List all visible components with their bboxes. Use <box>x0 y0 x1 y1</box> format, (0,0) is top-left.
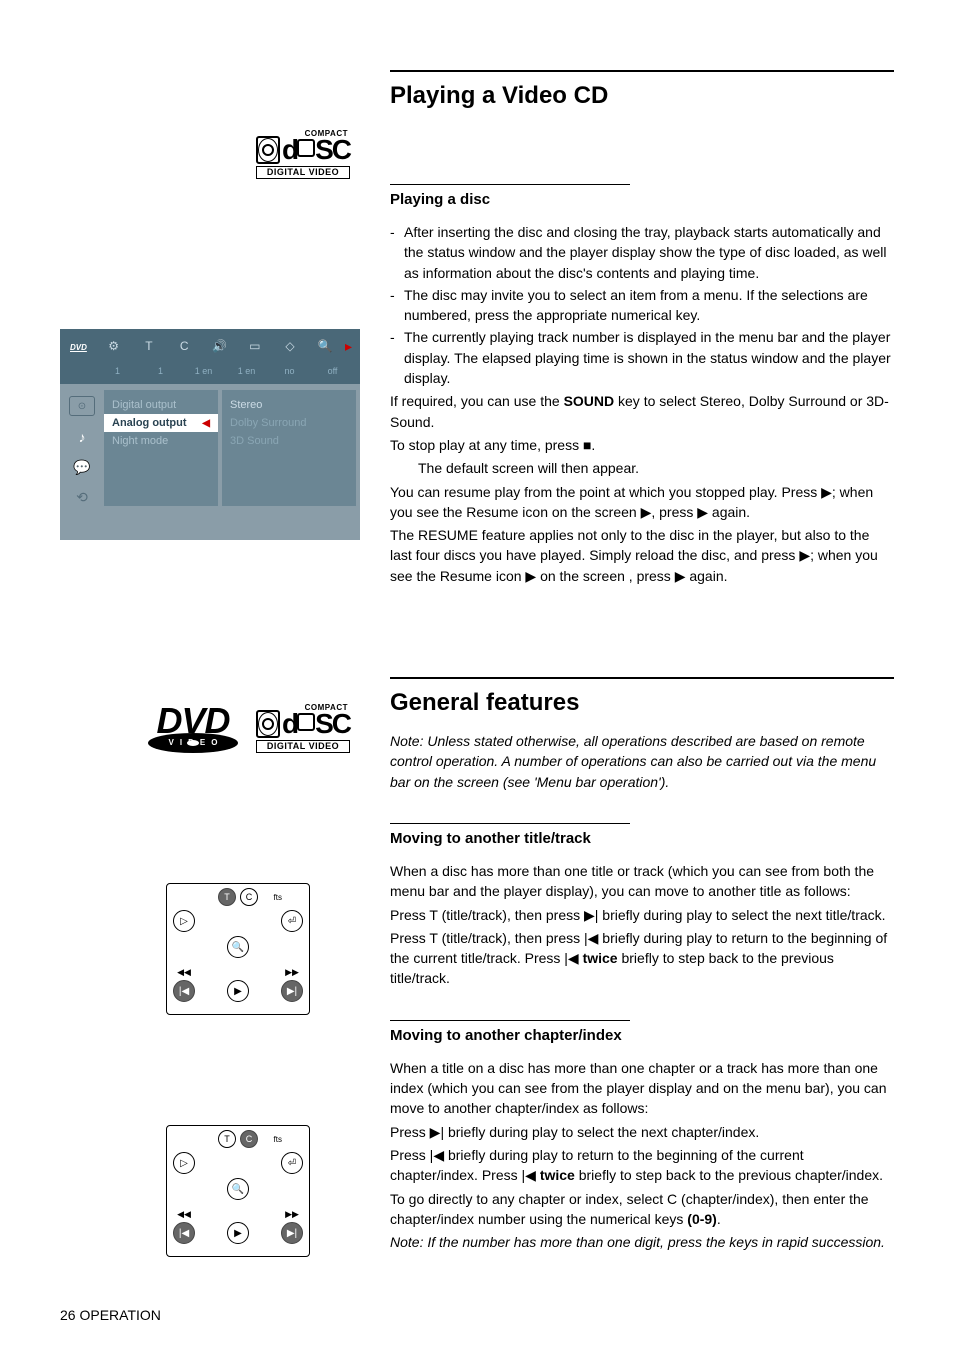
remote-next-button: ▶| <box>281 1222 303 1244</box>
body-text: When a disc has more than one title or t… <box>390 861 894 902</box>
remote-return-button: ⏎ <box>281 910 303 932</box>
section-note: Note: Unless stated otherwise, all opera… <box>390 731 894 792</box>
body-text: When a title on a disc has more than one… <box>390 1058 894 1119</box>
remote-prev-button: |◀ <box>173 980 195 1002</box>
osd-sub-value: 1 en <box>182 366 225 376</box>
list-item: The disc may invite you to select an ite… <box>390 285 894 326</box>
remote-play-button: ▶ <box>227 1222 249 1244</box>
remote-t-button: T <box>218 888 236 906</box>
remote-angle-button: ▷ <box>173 910 195 932</box>
remote-rev-icon: ◀◀ <box>177 1209 191 1219</box>
osd-tab-video-icon: ⊙ <box>69 396 95 416</box>
section-title: Playing a Video CD <box>390 70 894 110</box>
footer-label: OPERATION <box>79 1307 160 1323</box>
osd-sub-value: off <box>311 366 354 376</box>
remote-control-graphic: T C fts ▷ ⏎ 🔍 ◀◀ |◀ ▶ <box>166 1125 310 1257</box>
remote-t-button: T <box>218 1130 236 1148</box>
remote-control-graphic: T C fts ▷ ⏎ 🔍 ◀◀ |◀ ▶ <box>166 883 310 1015</box>
osd-sub-value: no <box>268 366 311 376</box>
osd-top-angle-icon: ◇ <box>272 339 307 353</box>
body-text: The default screen will then appear. <box>390 458 894 478</box>
body-text: If required, you can use the SOUND key t… <box>390 391 894 432</box>
body-text: Press T (title/track), then press ▶| bri… <box>390 905 894 925</box>
osd-sub-value: 1 <box>139 366 182 376</box>
remote-next-button: ▶| <box>281 980 303 1002</box>
page-number: 26 <box>60 1307 76 1323</box>
body-text: To stop play at any time, press ■. <box>390 435 894 455</box>
body-text: Press ▶| briefly during play to select t… <box>390 1122 894 1142</box>
osd-option: Dolby Surround <box>230 414 348 432</box>
remote-prev-button: |◀ <box>173 1222 195 1244</box>
remote-fts-label: fts <box>262 893 282 902</box>
body-text: You can resume play from the point at wh… <box>390 482 894 523</box>
list-item: After inserting the disc and closing the… <box>390 222 894 283</box>
osd-top-subtitle-icon: ▭ <box>237 339 272 353</box>
remote-rev-icon: ◀◀ <box>177 967 191 977</box>
osd-option: Stereo <box>230 396 348 414</box>
remote-fts-label: fts <box>262 1135 282 1144</box>
remote-zoom-button: 🔍 <box>227 936 249 958</box>
osd-tab-features-icon: ⟲ <box>72 488 92 506</box>
compact-disc-digital-video-logo: COMPACT dSC DIGITAL VIDEO <box>256 130 350 179</box>
body-text: To go directly to any chapter or index, … <box>390 1189 894 1230</box>
remote-angle-button: ▷ <box>173 1152 195 1174</box>
dvd-video-logo: DVD VIDEO <box>148 703 238 753</box>
body-text: Press T (title/track), then press |◀ bri… <box>390 928 894 989</box>
body-text: Press |◀ briefly during play to return t… <box>390 1145 894 1186</box>
osd-top-t: T <box>131 339 166 353</box>
disc-logo-text: dSC <box>282 136 350 164</box>
subsection-title: Moving to another chapter/index <box>390 1027 622 1044</box>
osd-item-selected: Analog output◀ <box>104 414 218 432</box>
osd-item: Digital output <box>112 396 210 414</box>
osd-option: 3D Sound <box>230 432 348 450</box>
remote-c-button: C <box>240 888 258 906</box>
remote-return-button: ⏎ <box>281 1152 303 1174</box>
remote-fwd-icon: ▶▶ <box>285 967 299 977</box>
osd-sub-value: 1 <box>96 366 139 376</box>
osd-top-zoom-icon: 🔍 <box>308 339 343 353</box>
body-text: The RESUME feature applies not only to t… <box>390 525 894 586</box>
instruction-list: After inserting the disc and closing the… <box>390 222 894 388</box>
compact-disc-digital-video-logo: COMPACT dSC DIGITAL VIDEO <box>256 704 350 753</box>
section-title: General features <box>390 677 894 717</box>
subsection-title: Playing a disc <box>390 191 550 208</box>
remote-fwd-icon: ▶▶ <box>285 1209 299 1219</box>
osd-dvd-badge: DVD <box>70 343 96 352</box>
osd-arrow-right-icon: ▸ <box>343 338 354 355</box>
osd-item: Night mode <box>112 432 210 450</box>
section-note: Note: If the number has more than one di… <box>390 1232 894 1252</box>
list-item: The currently playing track number is di… <box>390 327 894 388</box>
osd-sub-value: 1 en <box>225 366 268 376</box>
remote-zoom-button: 🔍 <box>227 1178 249 1200</box>
osd-top-gear-icon: ⚙ <box>96 339 131 353</box>
subsection-title: Moving to another title/track <box>390 830 591 847</box>
osd-tab-subtitle-icon: 💬 <box>72 458 92 476</box>
page-footer: 26 OPERATION <box>60 1307 894 1323</box>
remote-c-button: C <box>240 1130 258 1148</box>
osd-top-audio-icon: 🔊 <box>202 339 237 353</box>
osd-menu-graphic: DVD ⚙ T C 🔊 ▭ ◇ 🔍 ▸ 1 1 <box>60 329 360 540</box>
osd-top-c: C <box>167 339 202 353</box>
remote-play-button: ▶ <box>227 980 249 1002</box>
osd-tab-audio-icon: ♪ <box>72 428 92 446</box>
